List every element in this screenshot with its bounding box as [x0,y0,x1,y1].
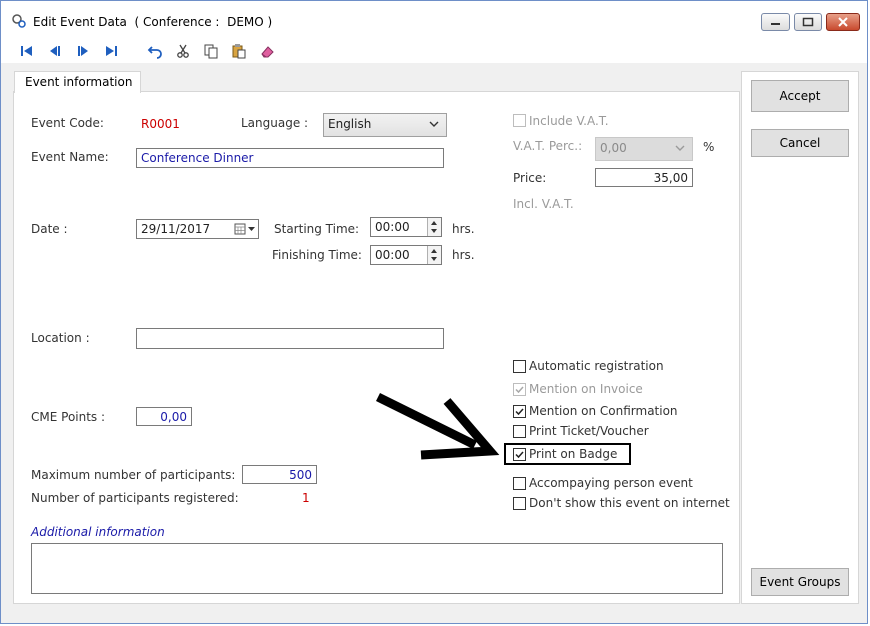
option-label: Print Ticket/Voucher [529,424,649,438]
registered-participants-label: Number of participants registered: [31,491,239,505]
starting-time-input[interactable]: 00:00 [370,217,442,237]
cme-points-label: CME Points : [31,410,106,424]
edit-event-window: Edit Event Data ( Conference : DEMO ) Ev… [0,0,868,624]
previous-record-icon[interactable] [47,43,63,59]
spinner-arrows-icon [431,221,437,233]
finishing-time-spinner[interactable] [427,246,441,264]
option-label: Mention on Confirmation [529,404,678,418]
app-icon [12,14,26,28]
option-checkbox[interactable] [513,405,526,418]
chevron-down-icon [429,121,439,127]
maximize-button[interactable] [794,13,822,31]
spinner-arrows-icon [431,249,437,261]
event-groups-button[interactable]: Event Groups [751,568,849,596]
include-vat-checkbox[interactable] [513,114,526,127]
language-label: Language : [241,116,309,130]
registered-participants-value: 1 [302,491,310,505]
vat-perc-value: 0,00 [600,141,627,155]
max-participants-label: Maximum number of participants: [31,468,236,482]
option-checkbox[interactable] [513,497,526,510]
finishing-time-label: Finishing Time: [272,248,362,262]
finishing-time-value: 00:00 [375,248,410,262]
include-vat-label: Include V.A.T. [529,114,609,128]
vat-perc-select[interactable]: 0,00 [595,137,693,161]
option-checkbox[interactable] [513,477,526,490]
first-record-icon[interactable] [19,43,35,59]
price-input[interactable]: 35,00 [595,168,693,187]
paste-icon[interactable] [231,43,247,59]
starting-time-spinner[interactable] [427,218,441,236]
close-button[interactable] [826,13,860,31]
starting-time-value: 00:00 [375,220,410,234]
close-icon [838,17,848,27]
copy-icon[interactable] [203,43,219,59]
date-value: 29/11/2017 [141,222,211,236]
vat-perc-label: V.A.T. Perc.: [513,139,583,153]
tab-event-information[interactable]: Event information [14,71,141,93]
cme-points-input[interactable]: 0,00 [136,407,192,426]
starting-time-label: Starting Time: [274,222,360,236]
window-title: Edit Event Data ( Conference : DEMO ) [33,15,273,29]
arrow-annotation-icon [376,392,500,460]
max-participants-input[interactable]: 500 [242,465,317,484]
accept-button[interactable]: Accept [751,80,849,112]
title-bar: Edit Event Data ( Conference : DEMO ) [1,1,867,39]
price-label: Price: [513,171,547,185]
next-record-icon[interactable] [75,43,91,59]
checkmark-icon [515,386,524,394]
additional-information-textarea[interactable] [31,543,723,594]
incl-vat-label: Incl. V.A.T. [513,197,574,211]
undo-icon[interactable] [147,43,163,59]
language-select[interactable]: English [323,113,447,137]
checkmark-icon [515,408,524,416]
percent-sign: % [703,140,715,154]
minimize-icon [771,23,780,25]
cancel-button[interactable]: Cancel [751,129,849,157]
toolbar [1,39,867,63]
cut-icon[interactable] [175,43,191,59]
last-record-icon[interactable] [103,43,119,59]
option-label: Don't show this event on internet [529,496,730,510]
finishing-time-input[interactable]: 00:00 [370,245,442,265]
finishing-time-unit: hrs. [452,248,475,262]
language-value: English [328,117,372,131]
date-label: Date : [31,222,68,236]
event-name-input[interactable]: Conference Dinner [136,148,444,168]
eraser-icon[interactable] [259,43,275,59]
option-checkbox[interactable] [513,360,526,373]
chevron-down-icon [675,145,685,151]
option-label: Accompaying person event [529,476,693,490]
location-input[interactable] [136,328,444,349]
calendar-icon[interactable] [234,223,256,235]
location-label: Location : [31,331,90,345]
print-on-badge-highlight [504,443,631,465]
option-label: Automatic registration [529,359,664,373]
event-name-label: Event Name: [31,150,109,164]
option-label: Mention on Invoice [529,382,643,396]
event-code-value: R0001 [141,117,180,131]
option-checkbox[interactable] [513,383,526,396]
minimize-button[interactable] [761,13,790,31]
maximize-icon [802,17,814,27]
date-picker[interactable]: 29/11/2017 [136,219,259,239]
option-checkbox[interactable] [513,425,526,438]
starting-time-unit: hrs. [452,222,475,236]
event-code-label: Event Code: [31,116,104,130]
additional-information-label: Additional information [31,525,165,539]
tab-label: Event information [25,75,133,89]
